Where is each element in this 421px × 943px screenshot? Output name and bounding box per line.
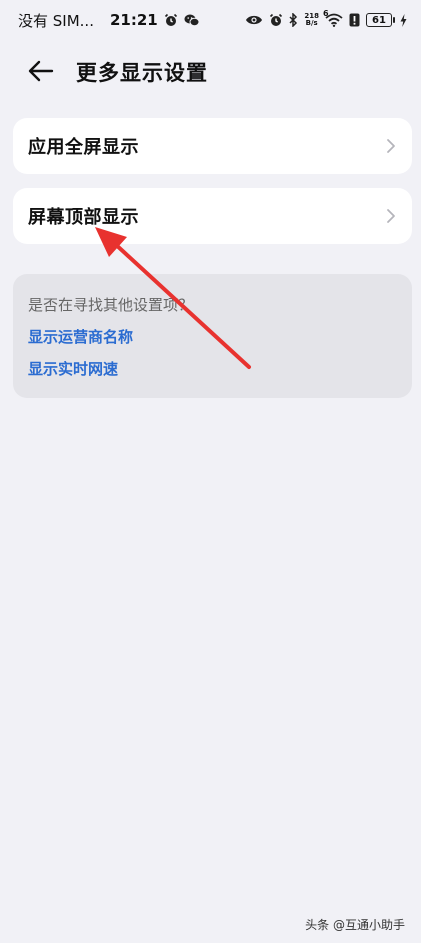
watermark: 头条 @互通小助手 [305,918,405,932]
alarm-icon [164,13,178,27]
battery-icon: 61 [366,13,395,27]
setting-item-label: 屏幕顶部显示 [28,207,139,228]
back-arrow-icon [28,60,54,82]
page-header: 更多显示设置 [0,48,421,92]
eye-icon [245,14,263,26]
status-bar-right: 218 B/s 6 61 [245,9,407,27]
suggestion-card: 是否在寻找其他设置项？ 显示运营商名称 显示实时网速 [13,274,412,398]
suggestion-question: 是否在寻找其他设置项？ [28,296,194,314]
setting-item-app-fullscreen[interactable]: 应用全屏显示 [13,118,412,174]
page-title: 更多显示设置 [76,61,208,85]
charging-icon [400,13,407,27]
suggestion-link-carrier-name[interactable]: 显示运营商名称 [28,326,397,348]
chevron-right-icon [387,209,395,223]
bluetooth-icon [289,13,298,27]
net-speed: 218 B/s [304,13,319,27]
net-speed-unit: B/s [305,19,318,27]
suggestion-link-network-speed[interactable]: 显示实时网速 [28,358,397,380]
setting-item-label: 应用全屏显示 [28,137,139,158]
chevron-right-icon [387,139,395,153]
alert-icon [349,13,360,27]
back-button[interactable] [26,56,56,86]
status-bar-left: 没有 SIM... 21:21 [18,10,200,31]
wifi-icon: 6 [323,9,343,27]
wechat-icon [184,13,200,27]
clock: 21:21 [109,11,158,29]
carrier-label: 没有 SIM... [18,11,94,30]
status-bar: 没有 SIM... 21:21 218 B/s 6 61 [0,0,421,40]
wifi-label: 6 [323,9,329,18]
alarm-icon [269,13,283,27]
battery-level: 61 [372,14,386,26]
setting-item-screen-top-display[interactable]: 屏幕顶部显示 [13,188,412,244]
